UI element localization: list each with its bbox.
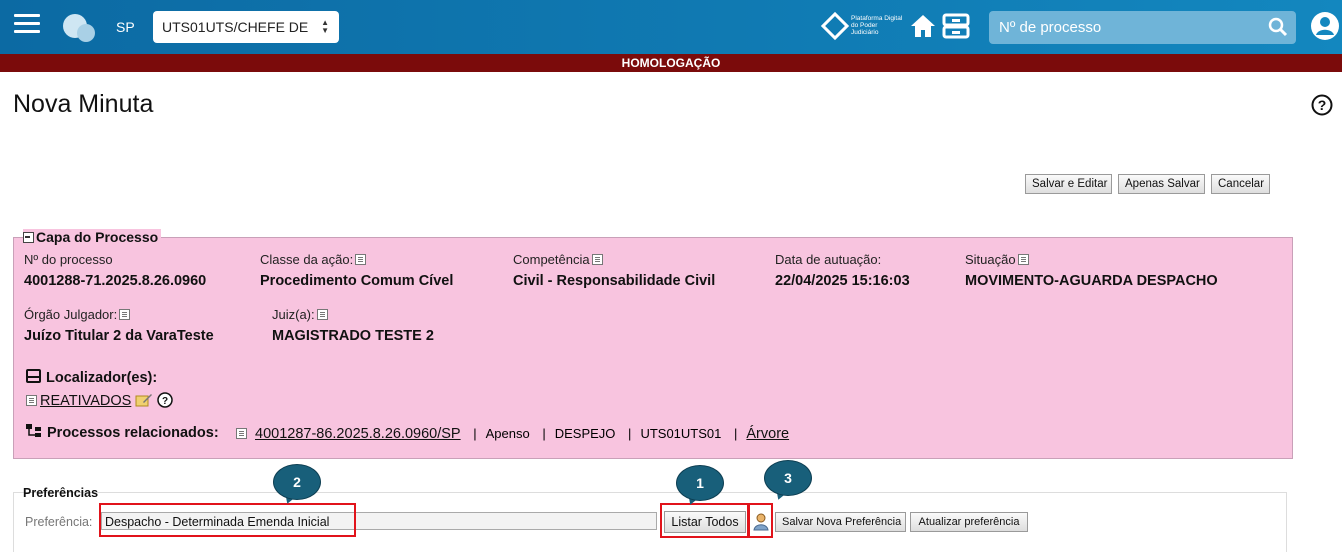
related-process-row: 4001287-86.2025.8.26.0960/SP | Apenso | DE… [236,426,789,442]
locators-heading: Localizador(es): [26,369,157,386]
save-new-preference-button[interactable]: Salvar Nova Preferência [775,512,906,532]
field-value-process-number: 4001288-71.2025.8.26.0960 [24,273,207,289]
environment-banner: HOMOLOGAÇÃO [0,54,1342,72]
search-input[interactable] [989,11,1269,44]
field-label-judge: Juiz(a): [272,307,328,322]
related-process-link[interactable]: 4001287-86.2025.8.26.0960/SP [255,426,461,442]
update-preference-button[interactable]: Atualizar preferência [910,512,1028,532]
search-box [989,11,1296,44]
field-value-judge: MAGISTRADO TESTE 2 [272,328,434,344]
callout-1: 1 [676,465,724,507]
highlight-box-list-all [660,503,749,538]
inbox-icon [26,369,41,383]
field-label-status: Situação [965,252,1029,267]
top-bar: SP UTS01UTS/CHEFE DE ▲ ▼ Plataforma Digit… [0,0,1342,54]
related-class: DESPEJO [554,426,616,441]
menu-icon[interactable] [14,14,40,36]
info-list-icon[interactable] [316,309,328,320]
info-list-icon[interactable] [1017,254,1029,265]
home-icon[interactable] [910,14,936,38]
separator: | [628,426,632,441]
info-list-icon[interactable] [591,254,603,265]
related-type: Apenso [485,426,530,441]
callout-3: 3 [764,460,812,502]
highlight-box-preference [99,503,356,537]
process-cover-panel: Capa do Processo Nº do processo 4001288-… [13,229,1293,459]
collapse-icon[interactable] [23,232,34,243]
edit-note-icon[interactable] [135,392,153,408]
field-label-filing-date: Data de autuação: [775,252,882,267]
field-value-competence: Civil - Responsabilidade Civil [513,273,716,289]
save-only-button[interactable]: Apenas Salvar [1118,174,1205,194]
inbox-icon[interactable] [942,13,970,39]
process-cover-title[interactable]: Capa do Processo [23,229,162,245]
highlight-box-user-icon [748,503,773,538]
field-label-action-class: Classe da ação: [260,252,367,267]
field-value-status: MOVIMENTO-AGUARDA DESPACHO [965,273,1218,289]
select-arrows-icon: ▲ ▼ [321,18,329,35]
user-avatar-icon[interactable] [1310,11,1340,41]
field-label-process-number: Nº do processo [24,252,113,267]
info-list-icon[interactable] [26,395,37,406]
field-label-competence: Competência [513,252,603,267]
org-select[interactable]: UTS01UTS/CHEFE DE ▲ ▼ [153,11,339,43]
pdpj-logo-text: Plataforma Digital do Poder Judiciário [851,15,903,36]
state-label: SP [116,19,135,35]
separator: | [542,426,546,441]
separator: | [473,426,477,441]
separator: | [733,426,738,441]
related-org: UTS01UTS01 [640,426,722,441]
info-list-icon[interactable] [355,254,367,265]
svg-text:?: ? [162,396,168,407]
field-value-action-class: Procedimento Comum Cível [260,273,454,289]
help-icon[interactable]: ? [157,392,174,408]
help-icon[interactable]: ? [1311,94,1333,116]
app-logo [63,12,99,44]
related-processes-heading: Processos relacionados: [26,424,219,441]
org-select-value: UTS01UTS/CHEFE DE [162,19,309,35]
field-label-court: Órgão Julgador: [24,307,131,322]
pdpj-logo: Plataforma Digital do Poder Judiciário [820,11,904,44]
callout-2: 2 [273,464,321,506]
svg-text:?: ? [1318,97,1327,113]
info-list-icon[interactable] [236,428,247,439]
cancel-button[interactable]: Cancelar [1211,174,1270,194]
locator-row: REATIVADOS ? [26,392,174,409]
preferences-title: Preferências [23,486,99,500]
process-cover-title-text: Capa do Processo [36,229,159,245]
page-title: Nova Minuta [13,90,154,118]
field-value-court: Juízo Titular 2 da VaraTeste [24,328,214,344]
preference-label: Preferência: [25,515,93,529]
info-list-icon[interactable] [119,309,131,320]
search-icon[interactable] [1268,17,1288,37]
tree-icon [26,424,41,437]
tree-link[interactable]: Árvore [746,426,789,442]
field-value-filing-date: 22/04/2025 15:16:03 [775,273,910,289]
save-and-edit-button[interactable]: Salvar e Editar [1025,174,1112,194]
locator-link[interactable]: REATIVADOS [40,393,131,409]
